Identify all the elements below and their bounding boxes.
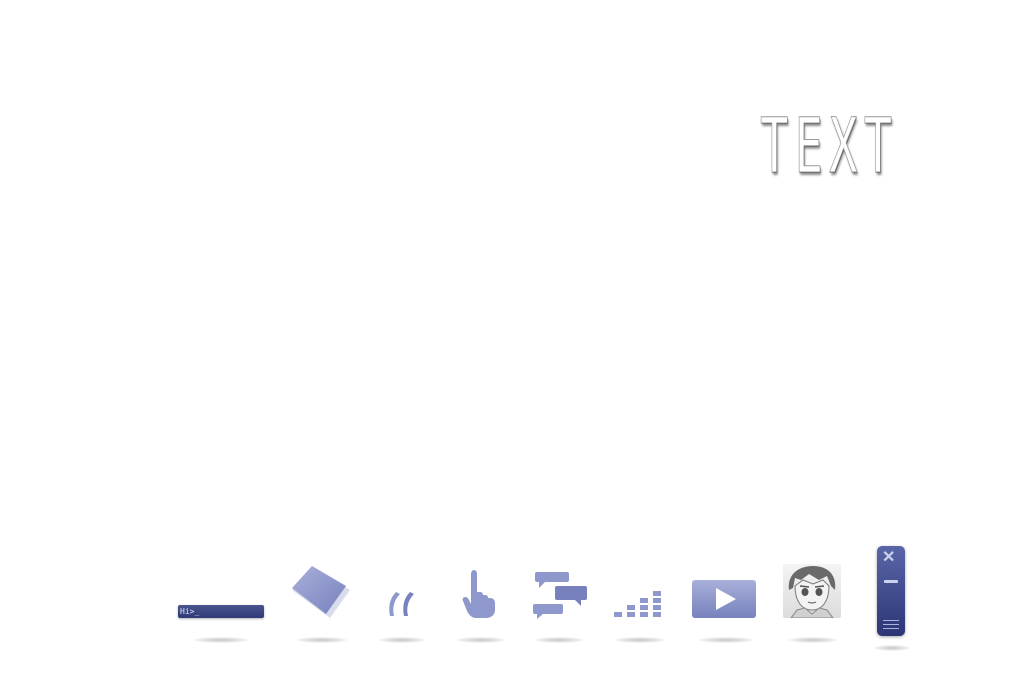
dock-shadow [698,637,754,643]
chat-bubbles-icon [533,572,587,619]
dock-shadow [296,637,348,643]
hand-pointer-icon [462,570,495,618]
note-icon [292,566,350,618]
dock-shadow [614,637,666,643]
minimize-icon [884,580,898,583]
terminal-icon: Hi>_ [178,605,264,618]
divider [883,628,899,629]
dock-shadow [456,637,506,643]
divider [883,624,899,625]
dock-shadow [874,645,910,651]
dock-shadow [534,637,584,643]
play-icon [692,580,756,618]
close-icon: ✕ [882,549,896,566]
equalizer-icon [614,591,661,617]
dock-shadow [378,637,426,643]
divider [883,620,899,621]
quote-icon [389,592,414,616]
dock-shadow [193,637,249,643]
console-prompt: Hi>_ [180,607,200,616]
logo-text: TEXT [760,101,899,190]
desktop: TEXT Hi>_ ✕ [0,0,1020,679]
avatar-icon [783,564,841,618]
dock-shadow [788,637,838,643]
window-panel-icon: ✕ [877,546,905,636]
